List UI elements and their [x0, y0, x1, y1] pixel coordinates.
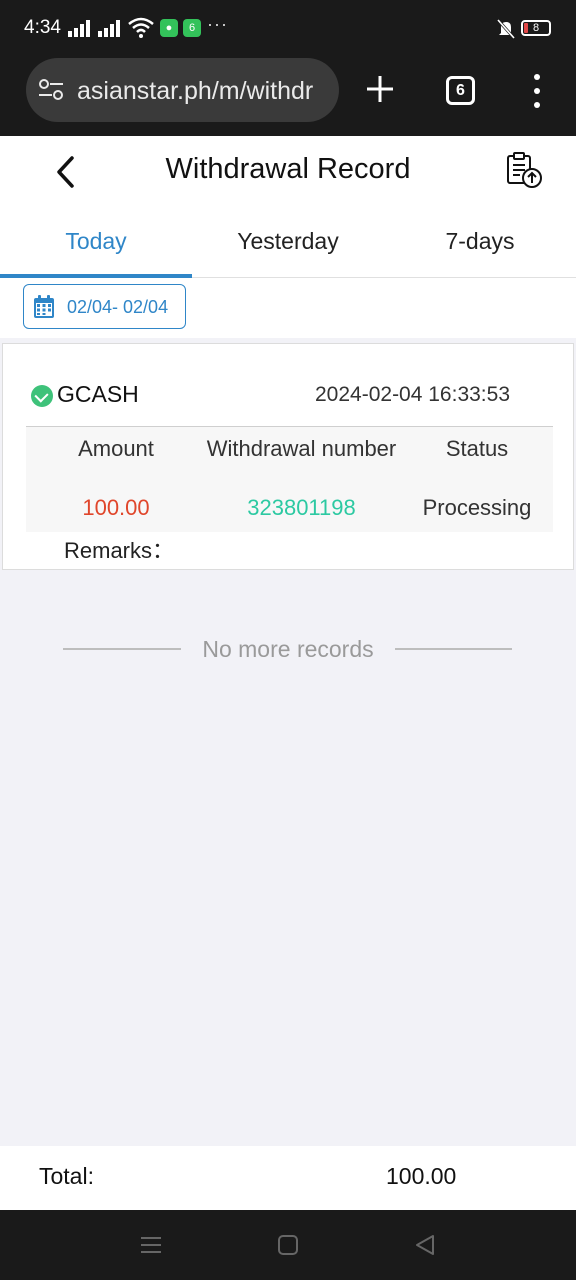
total-label: Total:: [39, 1163, 94, 1189]
tab-switcher-button[interactable]: 6: [446, 76, 475, 105]
home-icon[interactable]: [278, 1235, 298, 1255]
date-filter-bar: 02/04- 02/04: [0, 278, 576, 338]
browser-menu-icon[interactable]: [528, 74, 546, 108]
column-header-status: Status: [445, 436, 509, 461]
withdrawal-amount: 100.00: [82, 495, 150, 520]
site-settings-icon[interactable]: [38, 78, 64, 102]
no-more-records-text: No more records: [202, 636, 374, 662]
withdrawal-number: 323801198: [247, 495, 356, 520]
signal-icon: [68, 19, 90, 37]
column-header-amount: Amount: [78, 436, 154, 461]
signal-icon: [98, 19, 120, 37]
recents-menu-icon[interactable]: [140, 1235, 162, 1255]
divider-right: [395, 648, 512, 650]
browser-toolbar: asianstar.ph/m/withdr 6: [0, 56, 576, 136]
more-notifications-icon: ···: [207, 14, 228, 34]
withdrawal-record-card: GCASH 2024-02-04 16:33:53 Amount Withdra…: [2, 343, 574, 570]
page-title: Withdrawal Record: [165, 153, 411, 185]
calendar-icon: [34, 295, 54, 318]
url-text[interactable]: asianstar.ph/m/withdr: [77, 77, 313, 106]
system-navigation-bar: [0, 1210, 576, 1280]
date-tabs: Today Yesterday 7-days: [0, 206, 576, 278]
total-bar: Total: 100.00: [0, 1146, 576, 1210]
tab-today[interactable]: Today: [0, 228, 192, 255]
date-range-picker[interactable]: 02/04- 02/04: [23, 284, 186, 329]
record-datetime: 2024-02-04 16:33:53: [315, 383, 510, 406]
withdrawal-status: Processing: [422, 495, 532, 520]
messaging-app-icon: ●: [160, 19, 178, 37]
payment-method: GCASH: [57, 381, 139, 407]
record-details-table: Amount Withdrawal number Status 100.00 3…: [26, 426, 553, 532]
total-value: 100.00: [386, 1163, 457, 1189]
app-notification-icon: 6: [183, 19, 201, 37]
clipboard-export-icon[interactable]: [504, 151, 544, 189]
date-range-text[interactable]: 02/04- 02/04: [67, 297, 168, 318]
page-header: Withdrawal Record: [0, 136, 576, 206]
column-header-withdrawal-number: Withdrawal number: [206, 436, 397, 461]
wifi-icon: [128, 17, 154, 38]
new-tab-icon[interactable]: [362, 71, 398, 107]
status-time: 4:34: [24, 17, 61, 38]
list-end-indicator: No more records: [0, 636, 576, 666]
status-bar: 4:34 ● 6 ··· 8: [0, 0, 576, 56]
back-triangle-icon[interactable]: [414, 1234, 436, 1256]
tab-yesterday[interactable]: Yesterday: [192, 228, 384, 255]
address-bar[interactable]: asianstar.ph/m/withdr: [26, 58, 339, 122]
mute-bell-icon: [497, 19, 515, 39]
tab-7-days[interactable]: 7-days: [384, 228, 576, 255]
remarks-label: Remarks：: [64, 538, 175, 563]
gcash-icon: [31, 385, 53, 407]
battery-icon: 8: [521, 20, 551, 36]
